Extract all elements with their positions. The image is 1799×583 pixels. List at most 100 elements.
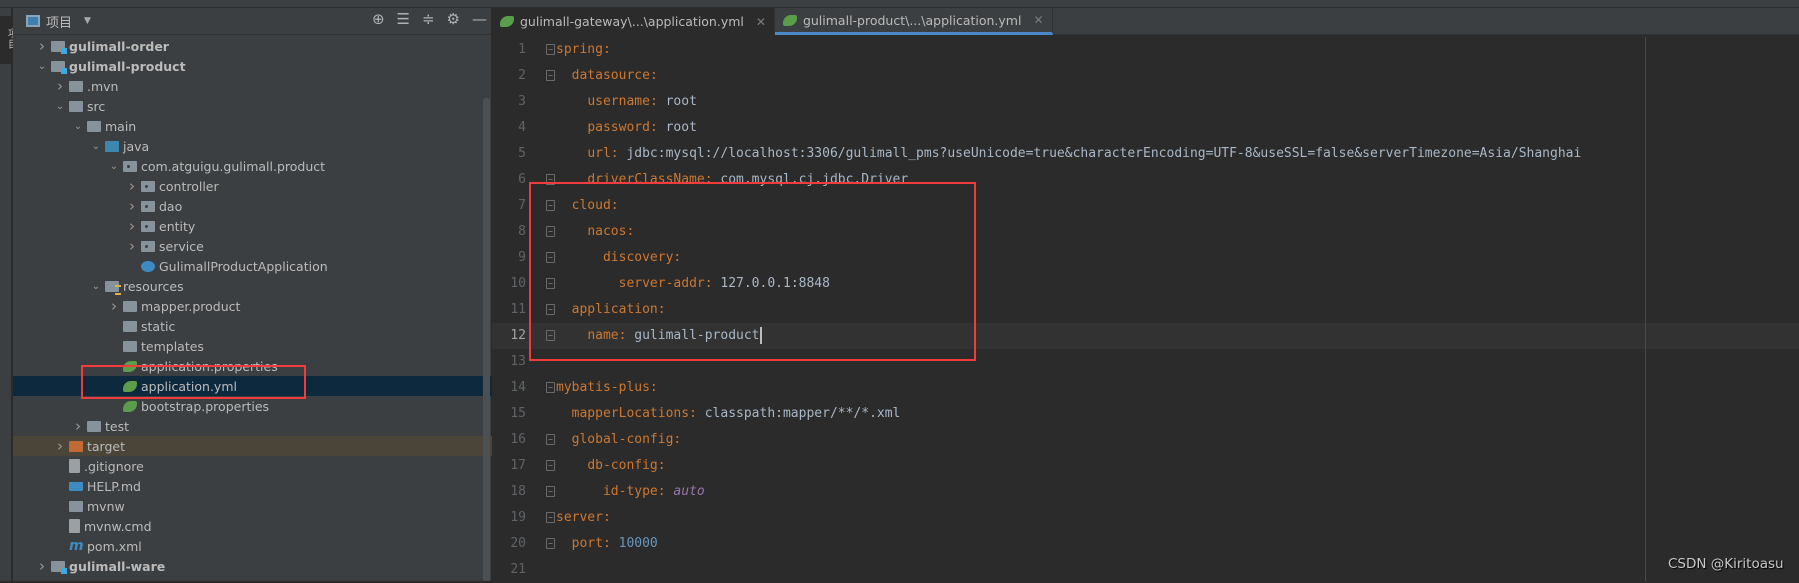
chevron-right-icon[interactable]: ›: [125, 237, 139, 255]
fold-marker-icon[interactable]: −: [546, 486, 555, 497]
code-line[interactable]: 5 url: jdbc:mysql://localhost:3306/gulim…: [492, 141, 1799, 167]
locate-icon[interactable]: ⊕: [372, 10, 385, 28]
chevron-right-icon[interactable]: ›: [53, 77, 67, 95]
tree-item-label: gulimall-ware: [69, 558, 166, 574]
tree-item[interactable]: .gitignore: [13, 456, 492, 476]
fold-marker-icon[interactable]: −: [546, 70, 555, 81]
fold-marker-icon[interactable]: −: [546, 382, 555, 393]
chevron-down-icon[interactable]: ▼: [84, 16, 91, 26]
chevron-right-icon[interactable]: ›: [53, 437, 67, 455]
target-icon: [69, 440, 83, 452]
gear-icon[interactable]: ⚙: [447, 10, 460, 28]
code-text: mapperLocations: classpath:mapper/**/*.x…: [556, 401, 901, 427]
code-line[interactable]: 19 − server:: [492, 505, 1799, 531]
tree-item[interactable]: HELP.md: [13, 476, 492, 496]
code-line[interactable]: 2 − datasource:: [492, 63, 1799, 89]
code-token: spring: [556, 42, 603, 57]
close-icon[interactable]: ✕: [1033, 13, 1043, 27]
code-line[interactable]: 3 username: root: [492, 89, 1799, 115]
code-line[interactable]: 4 password: root: [492, 115, 1799, 141]
code-text: username: root: [556, 89, 697, 115]
tree-item[interactable]: › gulimall-order: [13, 36, 492, 56]
tree-item-label: service: [159, 238, 204, 254]
tree-item[interactable]: GulimallProductApplication: [13, 256, 492, 276]
tree-item[interactable]: templates: [13, 336, 492, 356]
line-number: 15: [510, 406, 526, 421]
tree-item[interactable]: ⌄ src: [13, 96, 492, 116]
tree-item[interactable]: › gulimall-ware: [13, 556, 492, 576]
code-token: server: [556, 510, 603, 525]
chevron-right-icon[interactable]: ›: [125, 217, 139, 235]
tree-scrollbar[interactable]: [483, 98, 490, 581]
chevron-down-icon[interactable]: ⌄: [89, 141, 103, 152]
project-view-selector[interactable]: 项目: [46, 12, 72, 31]
chevron-right-icon[interactable]: ›: [125, 197, 139, 215]
chevron-down-icon[interactable]: ⌄: [53, 101, 67, 112]
editor-tab[interactable]: gulimall-product\...\application.yml ✕: [774, 8, 1053, 35]
tree-item[interactable]: ⌄ main: [13, 116, 492, 136]
tree-item[interactable]: mvnw: [13, 496, 492, 516]
code-line[interactable]: 21: [492, 557, 1799, 583]
close-icon[interactable]: ✕: [756, 15, 766, 29]
code-text: server:: [556, 505, 611, 531]
fold-marker-icon[interactable]: −: [546, 44, 555, 55]
folder-icon: [87, 420, 101, 432]
watermark: CSDN @Kiritoasu: [1668, 556, 1784, 572]
chevron-right-icon[interactable]: ›: [35, 37, 49, 55]
chevron-right-icon[interactable]: ›: [35, 557, 49, 575]
expand-all-icon[interactable]: ☰: [397, 10, 410, 28]
code-line[interactable]: 20 − port: 10000: [492, 531, 1799, 557]
tree-item-label: .mvn: [87, 78, 119, 94]
code-line[interactable]: 15 mapperLocations: classpath:mapper/**/…: [492, 401, 1799, 427]
tree-item[interactable]: ⌄ java: [13, 136, 492, 156]
tree-item[interactable]: m pom.xml: [13, 536, 492, 556]
chevron-down-icon[interactable]: ⌄: [89, 281, 103, 292]
tree-item[interactable]: › entity: [13, 216, 492, 236]
chevron-right-icon[interactable]: ›: [125, 177, 139, 195]
line-number: 5: [518, 146, 526, 161]
code-token: :: [649, 94, 666, 109]
tree-item[interactable]: ⌄ com.atguigu.gulimall.product: [13, 156, 492, 176]
fold-marker-icon[interactable]: −: [546, 538, 555, 549]
line-number: 10: [510, 276, 526, 291]
fold-marker-icon[interactable]: −: [546, 512, 555, 523]
minimize-icon[interactable]: —: [472, 10, 487, 28]
tree-item[interactable]: › target: [13, 436, 492, 456]
code-line[interactable]: 14 − mybatis-plus:: [492, 375, 1799, 401]
chevron-right-icon[interactable]: ›: [107, 297, 121, 315]
fold-marker-icon[interactable]: −: [546, 434, 555, 445]
chevron-down-icon[interactable]: ⌄: [107, 161, 121, 172]
chevron-down-icon[interactable]: ⌄: [71, 121, 85, 132]
code-token: id-type: [602, 484, 658, 499]
code-token: mapperLocations: [571, 406, 690, 421]
code-token: url: [587, 146, 611, 161]
tree-item[interactable]: bootstrap.properties: [13, 396, 492, 416]
tree-item[interactable]: ⌄ gulimall-product: [13, 56, 492, 76]
tree-item[interactable]: › controller: [13, 176, 492, 196]
tree-item[interactable]: static: [13, 316, 492, 336]
tree-item[interactable]: › test: [13, 416, 492, 436]
code-token: :: [689, 406, 705, 421]
code-line[interactable]: 16 − global-config:: [492, 427, 1799, 453]
spring-app-icon: [141, 260, 155, 272]
chevron-down-icon[interactable]: ⌄: [35, 61, 49, 72]
chevron-right-icon[interactable]: ›: [71, 417, 85, 435]
spring-icon: [123, 400, 137, 412]
code-line[interactable]: 17 − db-config:: [492, 453, 1799, 479]
package-icon: [141, 180, 155, 192]
editor-tab[interactable]: gulimall-gateway\...\application.yml ✕: [492, 8, 775, 35]
tree-item-label: dao: [159, 198, 183, 214]
code-line[interactable]: 1 − spring:: [492, 37, 1799, 63]
collapse-all-icon[interactable]: ≑: [422, 10, 435, 28]
tree-item-label: test: [105, 418, 130, 434]
fold-marker-icon[interactable]: −: [546, 460, 555, 471]
code-token: port: [571, 536, 603, 551]
highlight-box-application-yml: [81, 365, 306, 399]
tree-item[interactable]: › mapper.product: [13, 296, 492, 316]
tree-item[interactable]: › service: [13, 236, 492, 256]
code-line[interactable]: 18 − id-type: auto: [492, 479, 1799, 505]
tree-item[interactable]: ⌄ resources: [13, 276, 492, 296]
tree-item[interactable]: mvnw.cmd: [13, 516, 492, 536]
tree-item[interactable]: › dao: [13, 196, 492, 216]
tree-item[interactable]: › .mvn: [13, 76, 492, 96]
